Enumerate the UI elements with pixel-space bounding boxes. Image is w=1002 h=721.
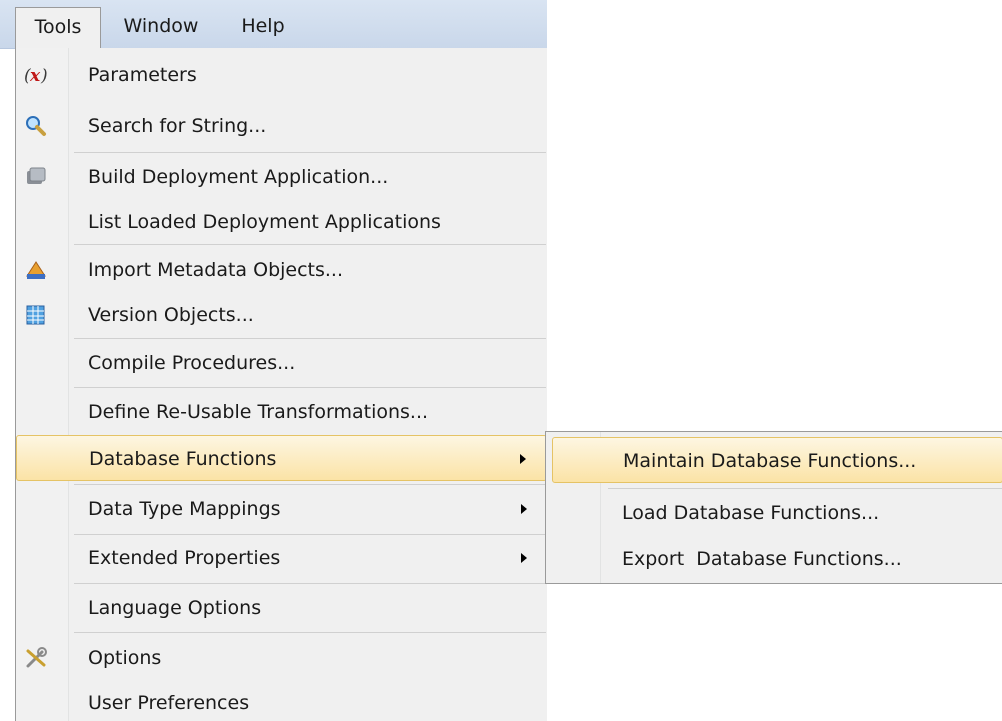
search-icon xyxy=(24,114,48,138)
submenu-item-label: Export Database Functions... xyxy=(622,548,902,570)
submenu-item-load-database-functions[interactable]: Load Database Functions... xyxy=(552,490,1002,536)
deployment-icon xyxy=(24,165,48,189)
menu-item-options[interactable]: Options xyxy=(16,635,547,681)
menubar-help[interactable]: Help xyxy=(234,7,292,48)
database-functions-submenu: Maintain Database Functions... Load Data… xyxy=(545,431,1002,584)
submenu-separator xyxy=(608,488,1002,489)
parameters-icon: ( x ) xyxy=(24,63,48,87)
menu-separator xyxy=(74,338,546,339)
menu-item-label: Compile Procedures... xyxy=(88,352,296,374)
menu-item-list-loaded-deployment-applications[interactable]: List Loaded Deployment Applications xyxy=(16,199,547,245)
import-icon xyxy=(24,258,48,282)
submenu-arrow-icon xyxy=(521,504,527,514)
menu-item-parameters[interactable]: ( x ) Parameters xyxy=(16,52,547,98)
svg-text:): ) xyxy=(40,66,48,86)
menu-item-data-type-mappings[interactable]: Data Type Mappings xyxy=(16,486,547,532)
menu-item-version-objects[interactable]: Version Objects... xyxy=(16,292,547,338)
screenshot-stage: Tools Window Help ( x ) Parameters Searc… xyxy=(0,0,1002,721)
submenu-item-label: Load Database Functions... xyxy=(622,502,880,524)
svg-text:x: x xyxy=(29,66,41,86)
submenu-arrow-icon xyxy=(521,553,527,563)
menu-item-define-reusable-transformations[interactable]: Define Re-Usable Transformations... xyxy=(16,389,547,435)
menu-separator xyxy=(74,244,546,245)
menu-item-build-deployment-application[interactable]: Build Deployment Application... xyxy=(16,154,547,200)
submenu-item-label: Maintain Database Functions... xyxy=(623,450,917,472)
menu-item-label: Database Functions xyxy=(89,448,277,470)
menu-item-label: Language Options xyxy=(88,597,262,619)
menu-item-search-for-string[interactable]: Search for String... xyxy=(16,103,547,149)
menubar: Tools Window Help xyxy=(0,0,547,49)
menu-item-label: List Loaded Deployment Applications xyxy=(88,211,441,233)
menu-separator xyxy=(74,484,546,485)
menubar-tools[interactable]: Tools xyxy=(15,7,101,48)
version-grid-icon xyxy=(24,303,48,327)
menu-item-user-preferences[interactable]: User Preferences xyxy=(16,680,547,721)
menu-item-database-functions[interactable]: Database Functions xyxy=(16,435,547,481)
menu-item-import-metadata-objects[interactable]: Import Metadata Objects... xyxy=(16,247,547,293)
menu-item-extended-properties[interactable]: Extended Properties xyxy=(16,535,547,581)
menu-separator xyxy=(74,632,546,633)
tools-menu: ( x ) Parameters Search for String... Bu… xyxy=(15,48,547,721)
menu-item-label: User Preferences xyxy=(88,692,250,714)
submenu-item-export-database-functions[interactable]: Export Database Functions... xyxy=(552,536,1002,582)
menu-item-label: Import Metadata Objects... xyxy=(88,259,344,281)
menu-item-label: Version Objects... xyxy=(88,304,254,326)
menubar-window[interactable]: Window xyxy=(114,7,208,48)
menu-item-compile-procedures[interactable]: Compile Procedures... xyxy=(16,340,547,386)
menu-separator xyxy=(74,152,546,153)
menu-item-label: Define Re-Usable Transformations... xyxy=(88,401,429,423)
menu-item-label: Extended Properties xyxy=(88,547,281,569)
submenu-arrow-icon xyxy=(520,454,526,464)
options-tools-icon xyxy=(24,646,48,670)
menu-item-label: Search for String... xyxy=(88,115,267,137)
menu-item-label: Build Deployment Application... xyxy=(88,166,389,188)
menu-item-language-options[interactable]: Language Options xyxy=(16,585,547,631)
menu-separator xyxy=(74,387,546,388)
menu-item-label: Parameters xyxy=(88,64,197,86)
menu-separator xyxy=(74,583,546,584)
menu-item-label: Data Type Mappings xyxy=(88,498,281,520)
submenu-item-maintain-database-functions[interactable]: Maintain Database Functions... xyxy=(552,437,1002,483)
menu-item-label: Options xyxy=(88,647,162,669)
